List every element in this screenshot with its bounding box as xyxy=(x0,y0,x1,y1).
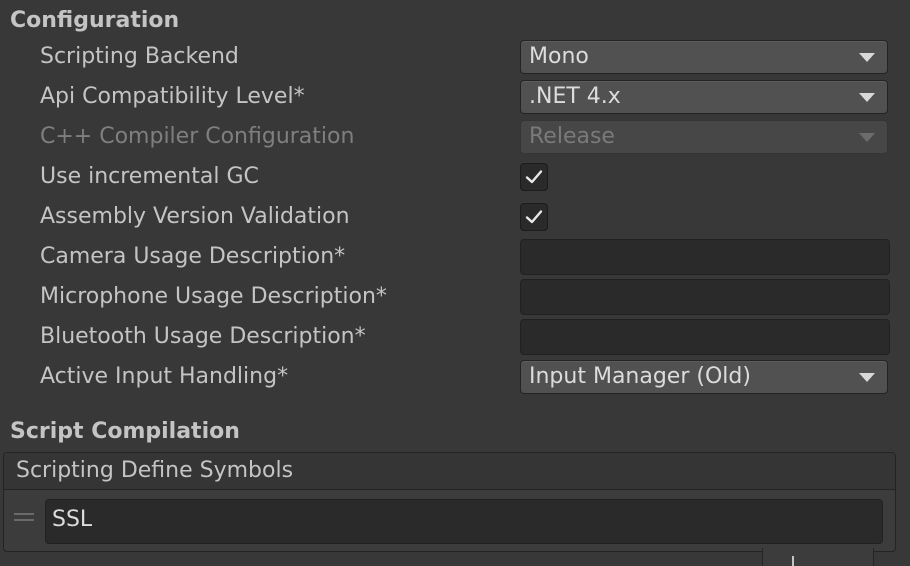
configuration-header: Configuration xyxy=(10,8,180,33)
microphone-usage-label: Microphone Usage Description* xyxy=(40,284,387,309)
assembly-validation-label: Assembly Version Validation xyxy=(40,204,350,229)
row-api-compatibility: Api Compatibility Level* .NET 4.x xyxy=(0,78,910,118)
incremental-gc-checkbox[interactable] xyxy=(520,163,548,191)
scripting-backend-value: Mono xyxy=(529,44,589,69)
player-settings-panel: Configuration Scripting Backend Mono Api… xyxy=(0,0,910,566)
scripting-define-symbols-list: Scripting Define Symbols SSL xyxy=(3,452,896,552)
drag-handle-icon[interactable] xyxy=(14,513,34,521)
chevron-down-icon xyxy=(859,133,875,142)
camera-usage-field[interactable] xyxy=(520,239,890,275)
checkmark-icon xyxy=(525,210,543,224)
scripting-define-symbols-title: Scripting Define Symbols xyxy=(16,458,294,483)
scripting-backend-label: Scripting Backend xyxy=(40,44,239,69)
scripting-backend-dropdown[interactable]: Mono xyxy=(520,40,888,74)
row-scripting-backend: Scripting Backend Mono xyxy=(0,38,910,78)
api-compatibility-label: Api Compatibility Level* xyxy=(40,84,305,109)
row-assembly-validation: Assembly Version Validation xyxy=(0,198,910,238)
define-symbol-field[interactable]: SSL xyxy=(45,499,883,544)
active-input-handling-value: Input Manager (Old) xyxy=(529,364,751,389)
checkmark-icon xyxy=(525,170,543,184)
chevron-down-icon xyxy=(859,373,875,382)
row-microphone-usage: Microphone Usage Description* xyxy=(0,278,910,318)
bluetooth-usage-label: Bluetooth Usage Description* xyxy=(40,324,366,349)
active-input-handling-dropdown[interactable]: Input Manager (Old) xyxy=(520,360,888,394)
bluetooth-usage-field[interactable] xyxy=(520,319,890,355)
active-input-handling-label: Active Input Handling* xyxy=(40,364,289,389)
chevron-down-icon xyxy=(859,93,875,102)
plus-icon[interactable] xyxy=(792,556,794,566)
script-compilation-header: Script Compilation xyxy=(10,419,240,444)
cpp-compiler-dropdown: Release xyxy=(520,120,888,154)
define-symbol-value: SSL xyxy=(52,507,93,532)
api-compatibility-dropdown[interactable]: .NET 4.x xyxy=(520,80,888,114)
row-active-input-handling: Active Input Handling* Input Manager (Ol… xyxy=(0,358,910,398)
camera-usage-label: Camera Usage Description* xyxy=(40,244,346,269)
chevron-down-icon xyxy=(859,53,875,62)
assembly-validation-checkbox[interactable] xyxy=(520,203,548,231)
row-incremental-gc: Use incremental GC xyxy=(0,158,910,198)
row-camera-usage: Camera Usage Description* xyxy=(0,238,910,278)
microphone-usage-field[interactable] xyxy=(520,279,890,315)
list-header: Scripting Define Symbols xyxy=(4,453,895,490)
row-bluetooth-usage: Bluetooth Usage Description* xyxy=(0,318,910,358)
cpp-compiler-label: C++ Compiler Configuration xyxy=(40,124,355,149)
row-cpp-compiler: C++ Compiler Configuration Release xyxy=(0,118,910,158)
api-compatibility-value: .NET 4.x xyxy=(529,84,621,109)
add-remove-footer xyxy=(762,548,874,566)
cpp-compiler-value: Release xyxy=(529,124,615,149)
incremental-gc-label: Use incremental GC xyxy=(40,164,259,189)
